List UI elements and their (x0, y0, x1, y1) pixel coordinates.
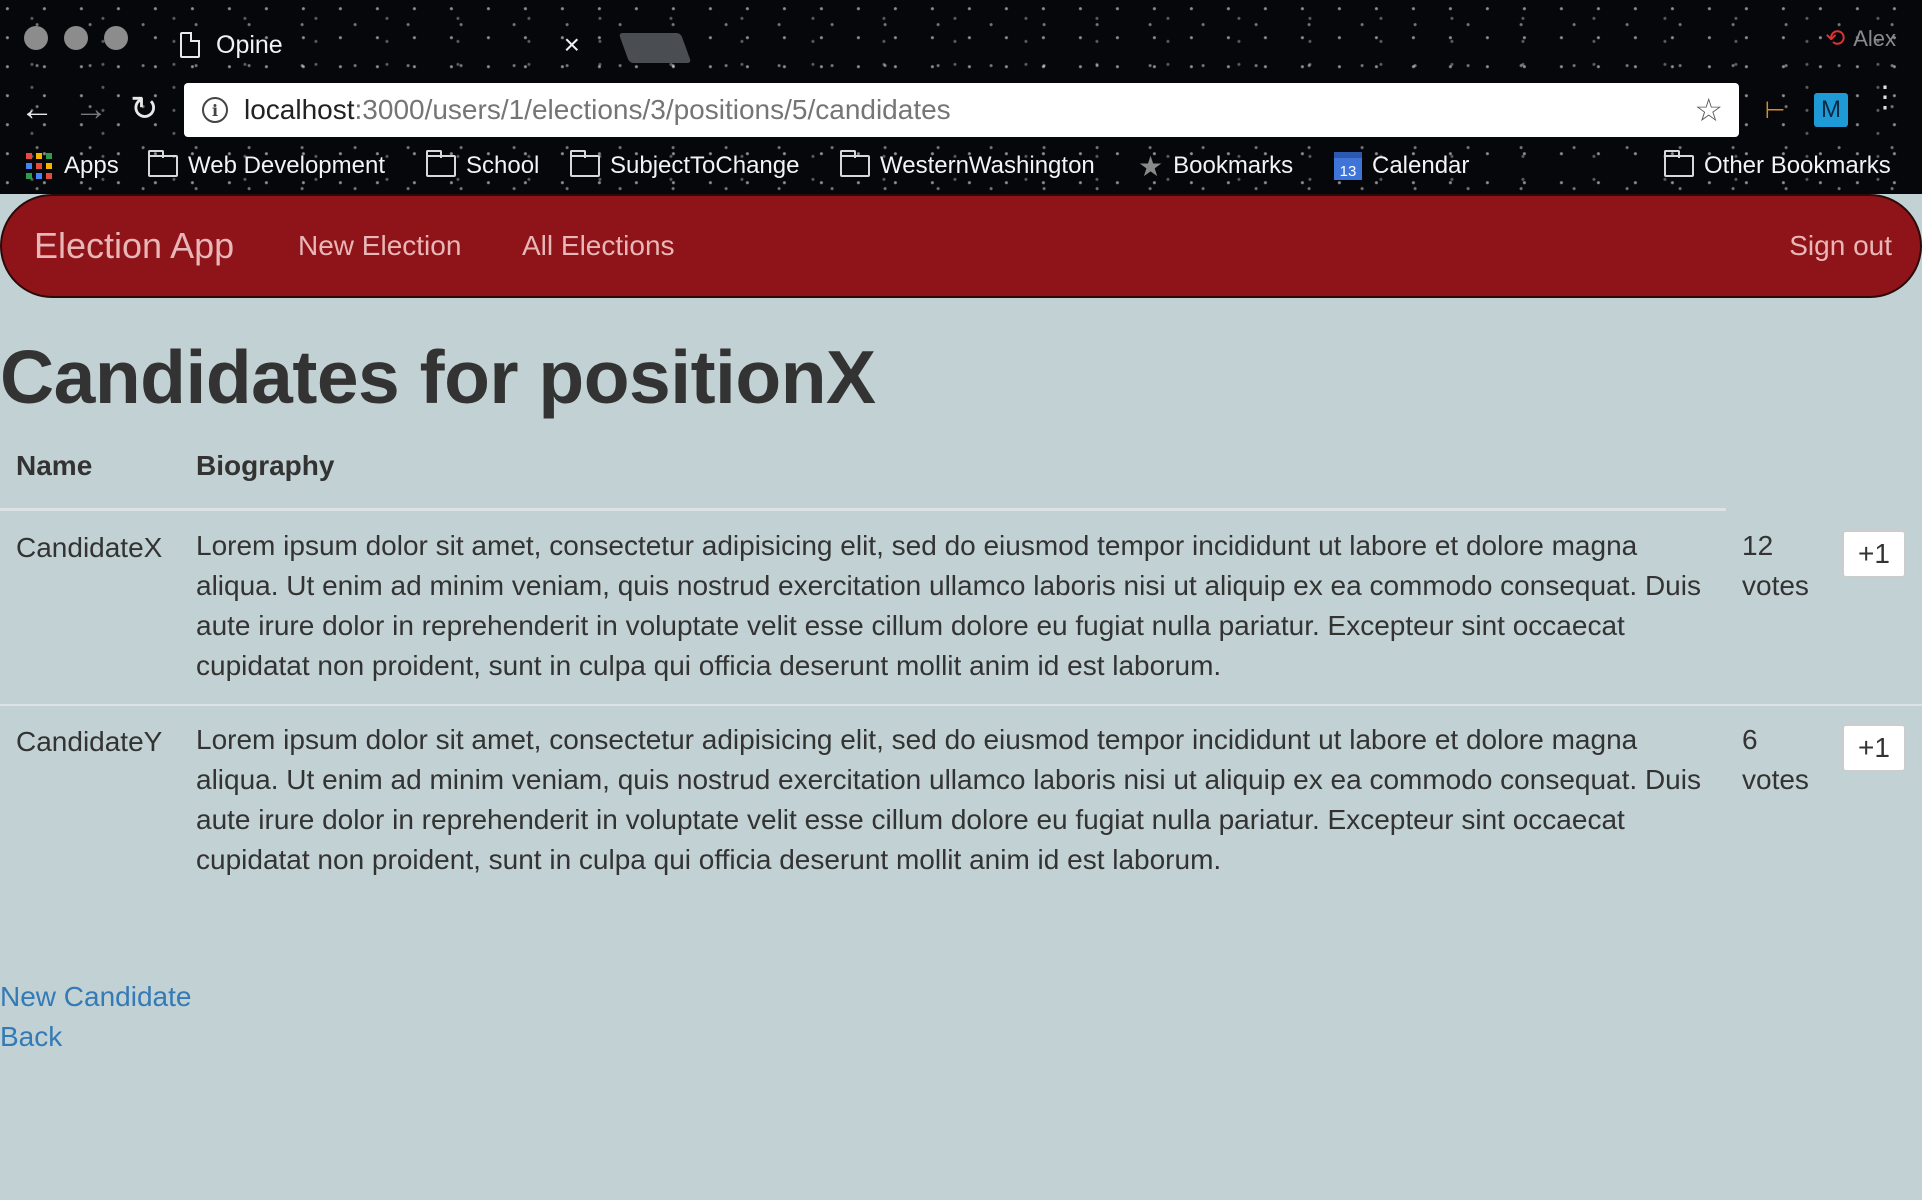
new-candidate-link[interactable]: New Candidate (0, 981, 191, 1013)
app-navbar: Election App New Election All Elections … (0, 194, 1922, 298)
minimize-window-button[interactable] (64, 26, 88, 50)
tab-close-icon[interactable]: × (564, 29, 580, 61)
document-icon (180, 32, 200, 58)
upvote-button[interactable]: +1 (1842, 724, 1906, 772)
tab-title: Opine (216, 30, 283, 59)
bookmark-label: Other Bookmarks (1704, 152, 1891, 179)
sign-out-link[interactable]: Sign out (1789, 230, 1892, 262)
bookmark-star-icon[interactable]: ☆ (1694, 91, 1723, 129)
nav-all-elections[interactable]: All Elections (522, 230, 675, 262)
upvote-button[interactable]: +1 (1842, 530, 1906, 578)
forward-arrow-icon[interactable]: → (74, 92, 108, 126)
nav-new-election[interactable]: New Election (298, 230, 461, 262)
vote-count: 12 votes (1742, 526, 1832, 606)
header-divider (0, 508, 1726, 511)
folder-icon (570, 150, 600, 177)
candidate-name: CandidateX (16, 532, 163, 563)
reload-icon[interactable]: ↻ (130, 92, 159, 126)
vote-number: 6 (1742, 724, 1758, 755)
bookmark-web-development[interactable]: Web Development (148, 146, 385, 186)
bookmark-calendar[interactable]: 13 Calendar (1334, 146, 1469, 186)
vote-label: votes (1742, 570, 1809, 601)
new-tab-button[interactable] (618, 33, 692, 63)
extension-tool-icon[interactable]: ⊢ (1758, 93, 1792, 127)
profile-name: Alex (1853, 25, 1896, 51)
bookmark-western-washington[interactable]: WesternWashington (840, 146, 1095, 186)
star-icon: ★ (1138, 150, 1164, 182)
maximize-window-button[interactable] (104, 26, 128, 50)
info-icon[interactable]: i (202, 97, 228, 123)
sync-error-icon: ⟲ (1825, 25, 1846, 52)
page-title: Candidates for positionX (0, 335, 876, 419)
address-bar[interactable]: i localhost :3000/users/1/elections/3/po… (184, 83, 1739, 137)
folder-icon (1664, 150, 1694, 177)
folder-icon (426, 150, 456, 177)
back-link[interactable]: Back (0, 1021, 62, 1053)
browser-menu-icon[interactable]: ⋮ (1870, 83, 1900, 113)
bookmark-label: WesternWashington (880, 152, 1095, 179)
bookmark-other-bookmarks[interactable]: Other Bookmarks (1664, 146, 1891, 186)
candidate-biography: Lorem ipsum dolor sit amet, consectetur … (196, 724, 1701, 875)
bookmark-label: Apps (64, 152, 119, 179)
candidate-name: CandidateY (16, 726, 163, 757)
extension-m-icon[interactable]: M (1814, 93, 1848, 127)
bookmark-apps[interactable]: Apps (26, 146, 119, 186)
bookmark-label: Bookmarks (1173, 152, 1294, 179)
vote-count: 6 votes (1742, 720, 1832, 800)
row-divider (0, 704, 1922, 706)
bookmark-label: Calendar (1372, 152, 1470, 179)
browser-tab[interactable]: Opine × (160, 16, 610, 74)
calendar-icon: 13 (1334, 152, 1362, 180)
folder-icon (840, 150, 870, 177)
bookmark-label: Web Development (188, 152, 385, 179)
apps-grid-icon (26, 153, 52, 179)
bookmark-school[interactable]: School (426, 146, 539, 186)
folder-icon (148, 150, 178, 177)
bookmark-bookmarks[interactable]: ★ Bookmarks (1138, 146, 1293, 186)
column-header-name: Name (16, 450, 93, 481)
bookmark-subject-to-change[interactable]: SubjectToChange (570, 146, 799, 186)
browser-chrome: Opine × ⟲ Alex ← → ↻ i localhost :3000/u… (0, 0, 1922, 194)
bookmark-label: SubjectToChange (610, 152, 800, 179)
candidate-biography: Lorem ipsum dolor sit amet, consectetur … (196, 530, 1701, 681)
close-window-button[interactable] (24, 26, 48, 50)
bookmarks-bar: Apps Web Development School SubjectToCha… (0, 146, 1922, 186)
vote-label: votes (1742, 764, 1809, 795)
column-header-biography: Biography (196, 450, 335, 481)
url-path: :3000/users/1/elections/3/positions/5/ca… (354, 94, 951, 125)
brand-link[interactable]: Election App (34, 225, 234, 267)
vote-number: 12 (1742, 530, 1774, 561)
profile-button[interactable]: ⟲ Alex (1825, 24, 1896, 53)
url-host: localhost (244, 94, 355, 125)
bookmark-label: School (466, 152, 540, 179)
back-arrow-icon[interactable]: ← (20, 92, 54, 126)
